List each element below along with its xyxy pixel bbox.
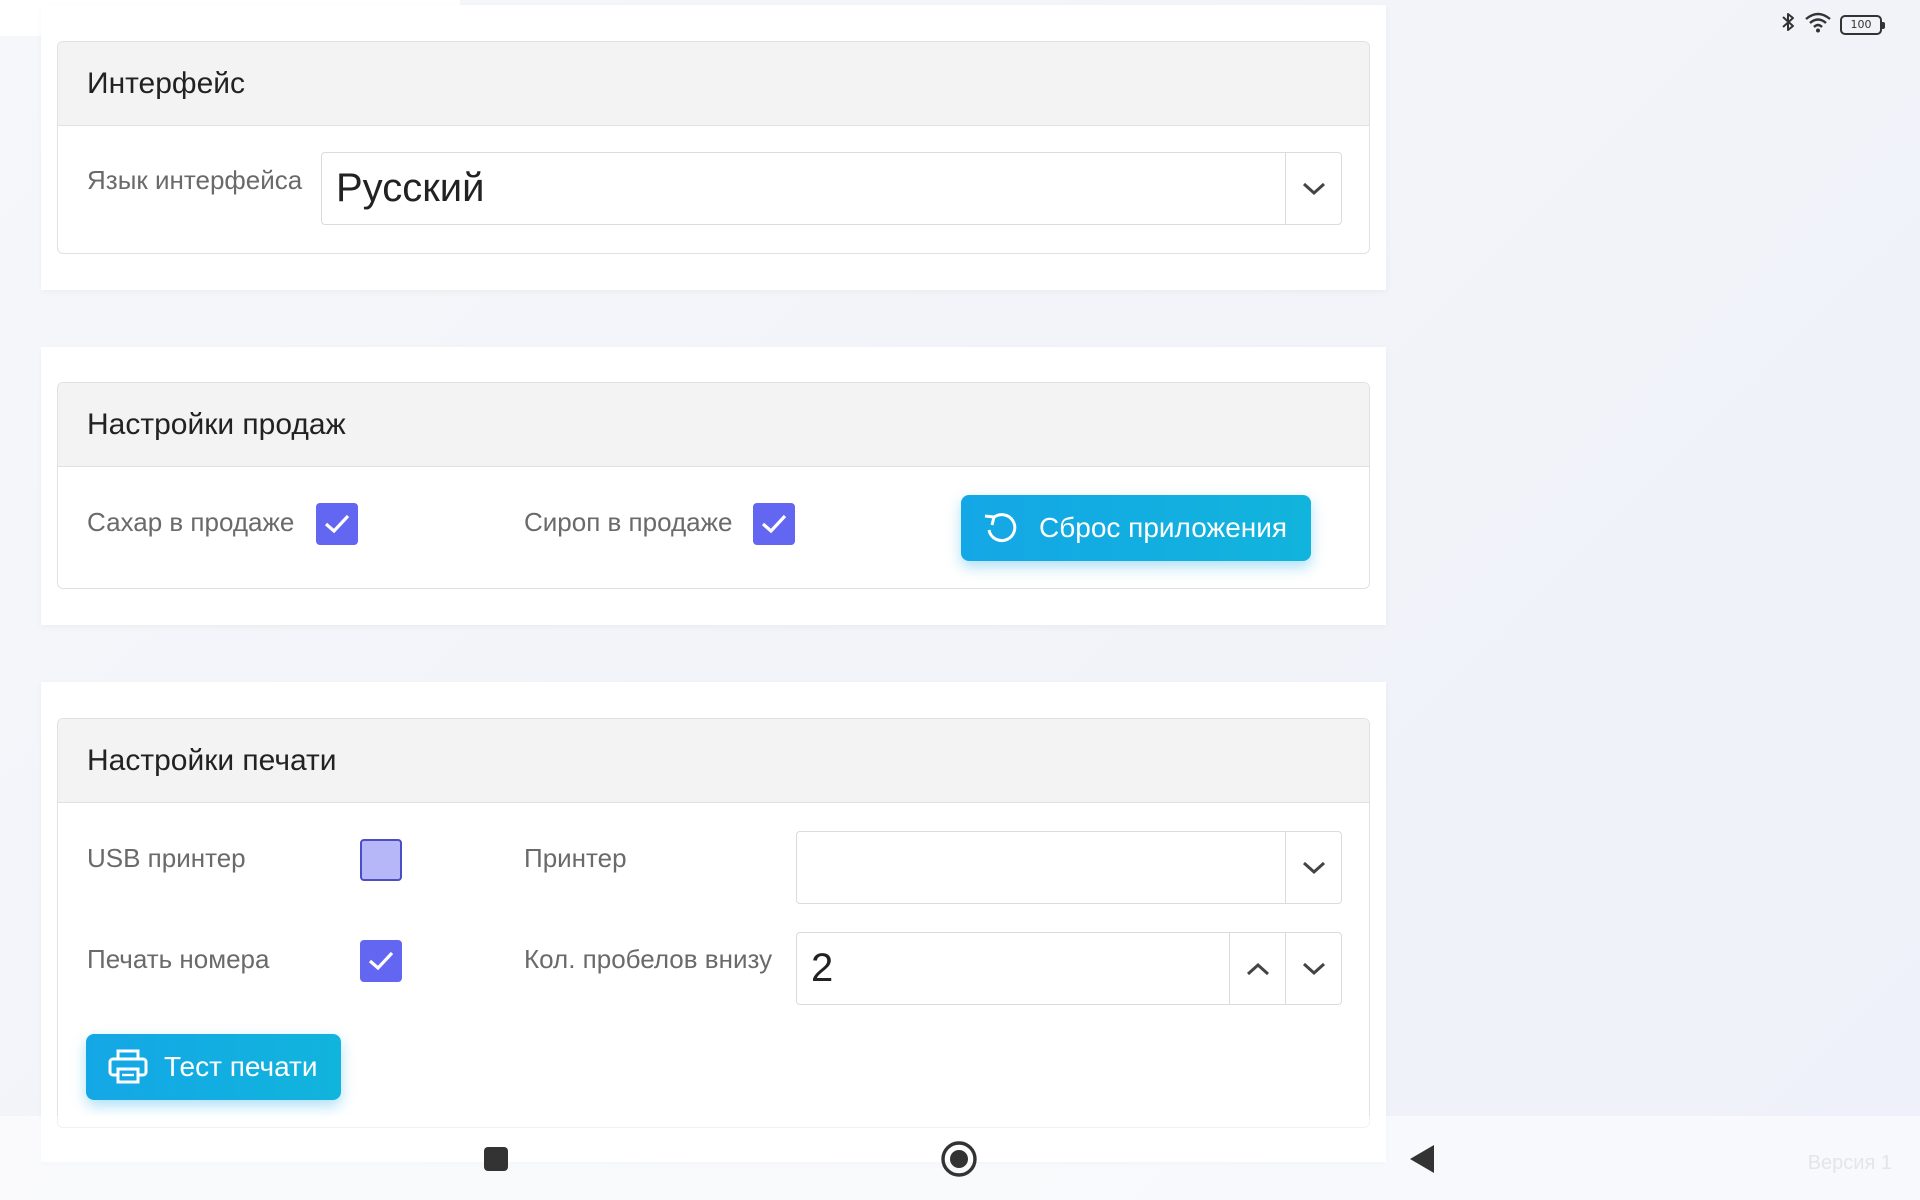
chevron-down-icon[interactable] xyxy=(1285,832,1341,903)
syrup-checkbox[interactable] xyxy=(753,503,795,545)
check-icon xyxy=(324,514,350,534)
language-select[interactable]: Русский xyxy=(321,152,1342,225)
usb-printer-checkbox[interactable] xyxy=(360,839,402,881)
wifi-icon xyxy=(1804,11,1832,38)
reset-app-label: Сброс приложения xyxy=(1039,512,1288,543)
back-icon[interactable] xyxy=(1408,1143,1436,1180)
interface-title: Интерфейс xyxy=(58,42,1369,126)
sugar-label: Сахар в продаже xyxy=(87,507,295,537)
spaces-stepper[interactable]: 2 xyxy=(796,932,1342,1005)
sugar-checkbox[interactable] xyxy=(316,503,358,545)
recent-apps-icon[interactable] xyxy=(482,1145,510,1178)
bluetooth-icon xyxy=(1780,10,1796,39)
language-label: Язык интерфейса xyxy=(87,165,303,195)
version-label: Версия 1 xyxy=(1807,1152,1892,1174)
syrup-label: Сироп в продаже xyxy=(524,507,733,537)
test-print-button[interactable]: Тест печати xyxy=(86,1034,341,1100)
check-icon xyxy=(761,514,787,534)
test-print-label: Тест печати xyxy=(164,1051,318,1082)
usb-printer-label: USB принтер xyxy=(87,843,246,873)
reset-icon xyxy=(981,508,1021,548)
interface-panel: Интерфейс Язык интерфейса Русский xyxy=(41,5,1386,290)
reset-app-button[interactable]: Сброс приложения xyxy=(961,495,1311,561)
print-panel: Настройки печати USB принтер Принтер Печ… xyxy=(41,682,1386,1162)
chevron-down-icon[interactable] xyxy=(1285,153,1341,224)
chevron-down-icon[interactable] xyxy=(1285,933,1341,1004)
printer-label: Принтер xyxy=(524,843,627,873)
home-icon[interactable] xyxy=(940,1140,978,1183)
printer-icon xyxy=(108,1049,148,1085)
status-bar: 100 xyxy=(1780,10,1885,39)
language-value: Русский xyxy=(336,166,485,210)
chevron-up-icon[interactable] xyxy=(1229,933,1285,1004)
sales-title: Настройки продаж xyxy=(58,383,1369,467)
spaces-input[interactable]: 2 xyxy=(797,933,1229,1004)
check-icon xyxy=(368,951,394,971)
spaces-label: Кол. пробелов внизу xyxy=(524,944,773,974)
print-number-label: Печать номера xyxy=(87,944,270,974)
sales-panel: Настройки продаж Сахар в продаже Сироп в… xyxy=(41,347,1386,625)
battery-icon: 100 xyxy=(1840,14,1885,35)
printer-value xyxy=(797,832,1285,903)
printer-select[interactable] xyxy=(796,831,1342,904)
print-title: Настройки печати xyxy=(58,719,1369,803)
top-left-background xyxy=(0,0,41,36)
print-number-checkbox[interactable] xyxy=(360,940,402,982)
